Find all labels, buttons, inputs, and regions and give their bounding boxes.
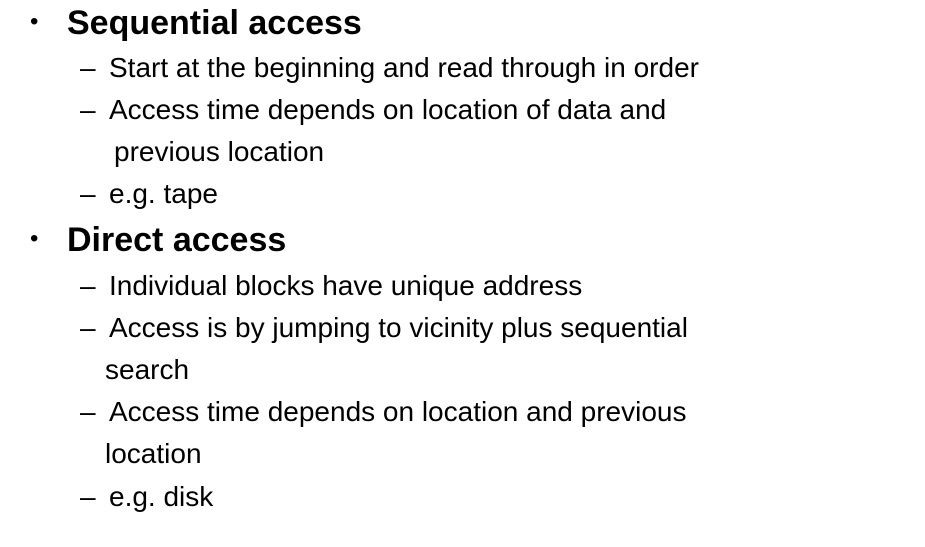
- sub-item-text: Individual blocks have unique address: [109, 270, 583, 301]
- dash-icon: –: [80, 396, 96, 427]
- bullet-icon: •: [30, 225, 39, 252]
- sub-item-text: Access time depends on location and prev…: [109, 396, 687, 427]
- bullet-icon: •: [30, 8, 39, 35]
- dash-icon: –: [80, 481, 96, 512]
- dash-icon: –: [80, 312, 96, 343]
- heading-direct-access: Direct access: [67, 221, 287, 259]
- dash-icon: –: [80, 270, 96, 301]
- dash-icon: –: [80, 178, 96, 209]
- heading-sequential-access: Sequential access: [67, 4, 362, 42]
- sub-item-continuation: search: [105, 354, 190, 385]
- sub-item-text: Access time depends on location of data …: [109, 94, 667, 125]
- slide: • Sequential access – Start at the begin…: [0, 0, 925, 547]
- sub-item-continuation: previous location: [114, 136, 325, 167]
- sub-item-text: Start at the beginning and read through …: [109, 52, 699, 83]
- sub-item-text: e.g. disk: [109, 481, 214, 512]
- bullet-direct-access: • Direct access: [0, 220, 925, 264]
- dash-icon: –: [80, 52, 96, 83]
- sub-item-text: e.g. tape: [109, 178, 218, 209]
- bullet-sequential-access: • Sequential access: [0, 3, 925, 47]
- dash-icon: –: [80, 94, 96, 125]
- sub-item-text: Access is by jumping to vicinity plus se…: [109, 312, 688, 343]
- sub-item-continuation: location: [105, 438, 202, 469]
